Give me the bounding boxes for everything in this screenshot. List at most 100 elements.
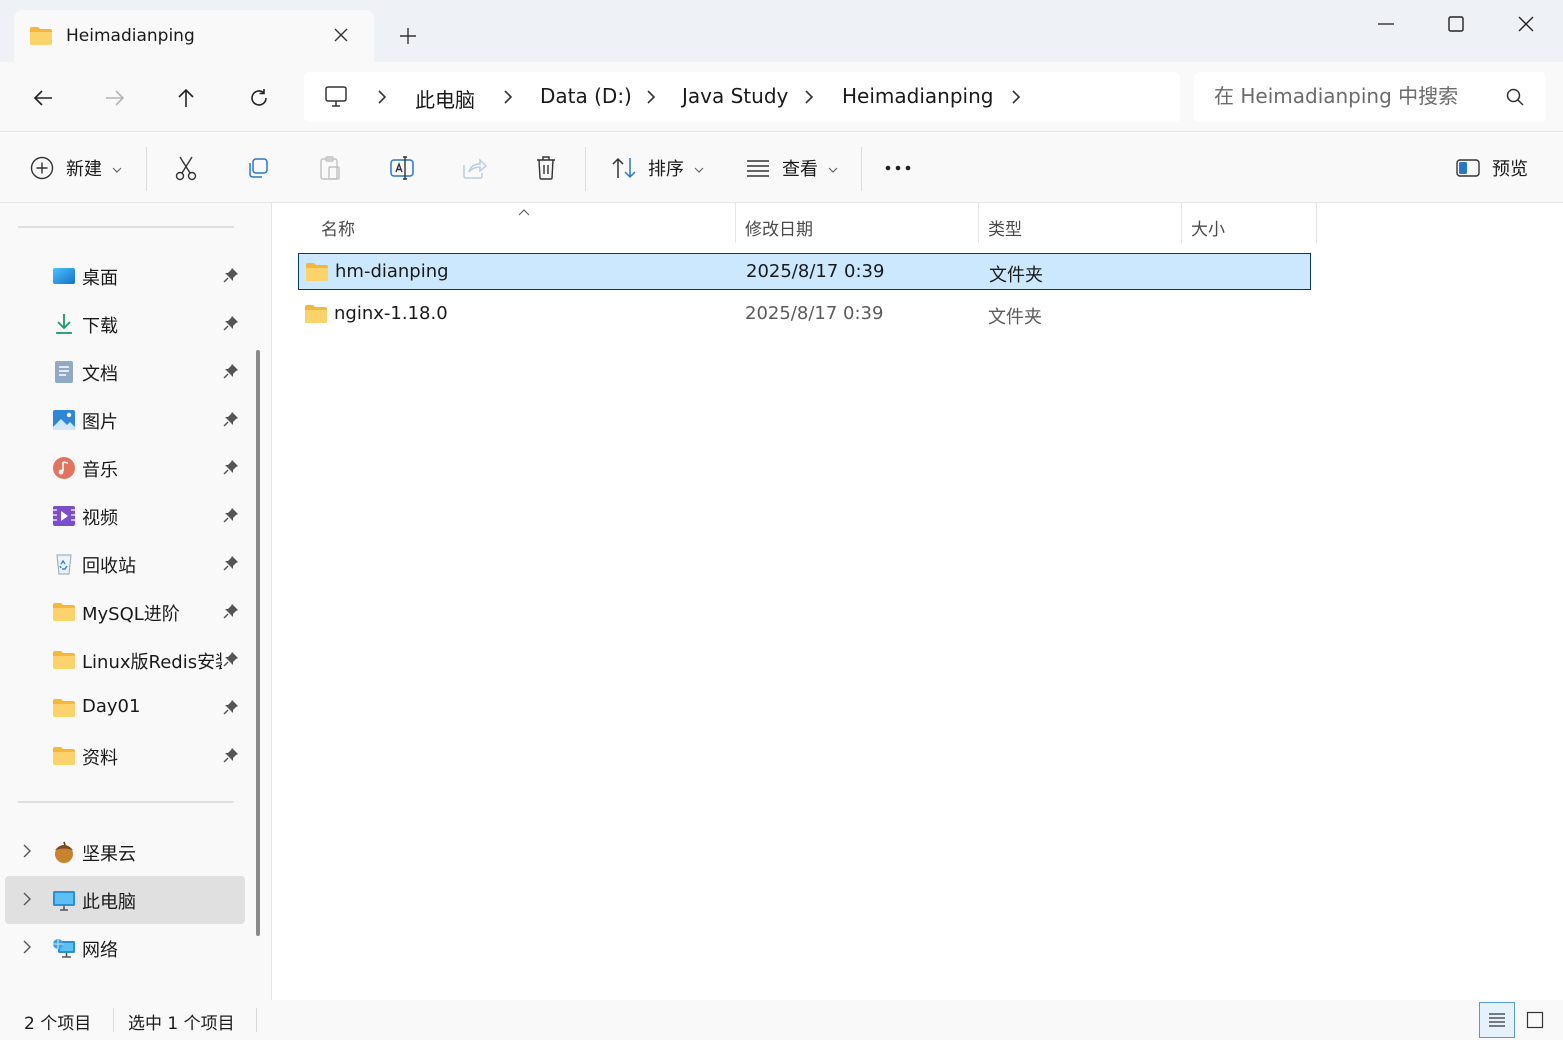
- new-label: 新建: [66, 159, 102, 180]
- folder-icon: [305, 262, 329, 286]
- forward-icon[interactable]: [99, 82, 131, 114]
- pin-icon[interactable]: [223, 651, 239, 671]
- details-view-icon[interactable]: [1479, 1002, 1515, 1038]
- delete-button[interactable]: [532, 151, 560, 185]
- column-header-modified[interactable]: 修改日期: [745, 215, 813, 240]
- new-button[interactable]: 新建: [28, 151, 122, 185]
- view-button[interactable]: 查看: [744, 151, 838, 185]
- file-row[interactable]: nginx-1.18.0 2025/8/17 0:39 文件夹: [298, 296, 1311, 333]
- address-bar[interactable]: 此电脑 Data (D:) Java Study Heimadianping: [304, 72, 1180, 122]
- pin-icon[interactable]: [223, 315, 239, 335]
- sidebar-item-network[interactable]: 网络: [5, 924, 245, 972]
- sidebar-item-recycle-bin[interactable]: 回收站: [5, 540, 245, 588]
- close-tab-icon[interactable]: [330, 24, 352, 46]
- preview-pane-icon: [1454, 154, 1482, 182]
- sidebar-item-label: 网络: [82, 940, 118, 961]
- file-name: hm-dianping: [335, 261, 449, 282]
- breadcrumb-data-d[interactable]: Data (D:): [540, 84, 632, 108]
- maximize-icon[interactable]: [1436, 10, 1476, 38]
- rename-button[interactable]: [388, 151, 416, 185]
- up-icon[interactable]: [170, 82, 202, 114]
- sidebar-item-nutstore[interactable]: 坚果云: [5, 828, 245, 876]
- tab-heimadianping[interactable]: Heimadianping: [14, 10, 374, 62]
- sidebar-item-label: 下载: [82, 316, 118, 337]
- chevron-right-icon[interactable]: [1008, 88, 1024, 106]
- this-pc-icon: [324, 85, 348, 113]
- sidebar-item-label: 图片: [82, 412, 118, 433]
- pin-icon[interactable]: [223, 747, 239, 767]
- chevron-down-icon: [112, 158, 122, 179]
- column-divider[interactable]: [1316, 203, 1317, 243]
- chevron-right-icon[interactable]: [21, 939, 33, 959]
- more-options-button[interactable]: [884, 151, 912, 185]
- breadcrumb-java-study[interactable]: Java Study: [682, 84, 788, 108]
- sidebar-item-music[interactable]: 音乐: [5, 444, 245, 492]
- pin-icon[interactable]: [223, 507, 239, 527]
- pin-icon[interactable]: [223, 459, 239, 479]
- sidebar-item-desktop[interactable]: 桌面: [5, 252, 245, 300]
- preview-pane-button[interactable]: 预览: [1454, 151, 1528, 185]
- sidebar-item-linux-redis[interactable]: Linux版Redis安装: [5, 636, 245, 684]
- cut-button[interactable]: [172, 151, 200, 185]
- chevron-right-icon[interactable]: [21, 843, 33, 863]
- search-input[interactable]: [1214, 84, 1504, 108]
- pin-icon[interactable]: [223, 267, 239, 287]
- pin-icon[interactable]: [223, 603, 239, 623]
- rename-icon: [388, 154, 416, 182]
- sidebar-item-label: 音乐: [82, 460, 118, 481]
- column-divider[interactable]: [1181, 203, 1182, 243]
- back-icon[interactable]: [27, 82, 59, 114]
- paste-button[interactable]: [316, 151, 344, 185]
- column-header-size[interactable]: 大小: [1191, 215, 1225, 240]
- file-name: nginx-1.18.0: [334, 303, 448, 324]
- view-list-icon: [744, 154, 772, 182]
- sort-button[interactable]: 排序: [610, 151, 704, 185]
- sidebar-item-materials[interactable]: 资料: [5, 732, 245, 780]
- pin-icon[interactable]: [223, 555, 239, 575]
- sidebar-item-downloads[interactable]: 下载: [5, 300, 245, 348]
- search-icon[interactable]: [1506, 88, 1524, 110]
- sort-icon: [610, 154, 638, 182]
- search-box[interactable]: [1194, 72, 1546, 122]
- chevron-right-icon[interactable]: [801, 88, 817, 106]
- column-header-name[interactable]: 名称: [321, 215, 355, 240]
- large-icons-view-icon[interactable]: [1517, 1002, 1553, 1038]
- breadcrumb-heimadianping[interactable]: Heimadianping: [842, 84, 993, 108]
- folder-icon: [52, 696, 76, 720]
- refresh-icon[interactable]: [243, 82, 275, 114]
- chevron-right-icon[interactable]: [643, 88, 659, 106]
- command-bar: 新建 排序 查看 预览: [0, 133, 1563, 203]
- sidebar-item-label: 视频: [82, 508, 118, 529]
- sidebar-scrollbar[interactable]: [256, 350, 260, 936]
- status-divider: [256, 1008, 257, 1032]
- sidebar-item-this-pc[interactable]: 此电脑: [5, 876, 245, 924]
- sidebar-item-mysql[interactable]: MySQL进阶: [5, 588, 245, 636]
- sidebar-item-pictures[interactable]: 图片: [5, 396, 245, 444]
- new-tab-icon[interactable]: [396, 24, 420, 48]
- sidebar-item-documents[interactable]: 文档: [5, 348, 245, 396]
- breadcrumb-this-pc[interactable]: 此电脑: [415, 84, 475, 113]
- folder-icon: [52, 648, 76, 672]
- pin-icon[interactable]: [223, 699, 239, 719]
- column-divider[interactable]: [735, 203, 736, 243]
- sidebar-item-label: 桌面: [82, 268, 118, 289]
- sidebar-item-label: 文档: [82, 364, 118, 385]
- close-icon[interactable]: [1506, 10, 1546, 38]
- copy-button[interactable]: [244, 151, 272, 185]
- plus-circle-icon: [28, 154, 56, 182]
- sidebar-item-videos[interactable]: 视频: [5, 492, 245, 540]
- column-header-type[interactable]: 类型: [988, 215, 1022, 240]
- pin-icon[interactable]: [223, 411, 239, 431]
- view-label: 查看: [782, 159, 818, 180]
- pictures-icon: [52, 408, 76, 432]
- chevron-right-icon[interactable]: [500, 88, 516, 106]
- chevron-right-icon[interactable]: [374, 88, 390, 106]
- chevron-right-icon[interactable]: [21, 891, 33, 911]
- pin-icon[interactable]: [223, 363, 239, 383]
- minimize-icon[interactable]: [1366, 10, 1406, 38]
- file-row[interactable]: hm-dianping 2025/8/17 0:39 文件夹: [298, 253, 1311, 290]
- column-divider[interactable]: [978, 203, 979, 243]
- sidebar-item-day01[interactable]: Day01: [5, 684, 245, 732]
- sidebar-item-label: 回收站: [82, 556, 136, 577]
- share-button[interactable]: [460, 151, 488, 185]
